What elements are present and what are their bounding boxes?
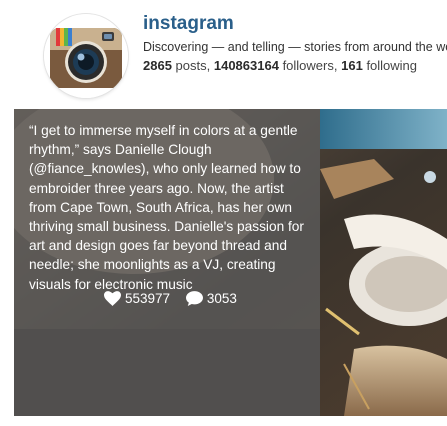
post-stats: 553977 3053 [104,291,249,309]
followers-label: followers, [282,58,338,73]
profile-username[interactable]: instagram [143,13,234,35]
heart-icon [104,291,121,306]
posts-label: posts, [175,58,211,73]
following-label: following [366,58,418,73]
profile-bio: Discovering — and telling — stories from… [143,40,447,54]
likes-count: 553977 [125,291,171,306]
profile-stats: 2865 posts, 140863164 followers, 161 fol… [143,58,447,73]
speech-bubble-icon [185,291,203,306]
instagram-profile-page: instagram Discovering — and telling — st… [0,0,447,426]
comments-stat: 3053 [185,291,237,306]
profile-avatar[interactable] [44,14,128,98]
post-caption: “I get to immerse myself in colors at a … [29,123,304,292]
comments-count: 3053 [206,291,237,306]
profile-header: instagram Discovering — and telling — st… [0,0,447,108]
following-count: 161 [341,58,363,73]
post-overlay: “I get to immerse myself in colors at a … [14,109,320,416]
instagram-camera-logo-icon [44,14,128,98]
post-tile[interactable]: “I get to immerse myself in colors at a … [14,109,447,416]
followers-count: 140863164 [213,58,279,73]
posts-count: 2865 [143,58,172,73]
likes-stat: 553977 [104,291,170,306]
